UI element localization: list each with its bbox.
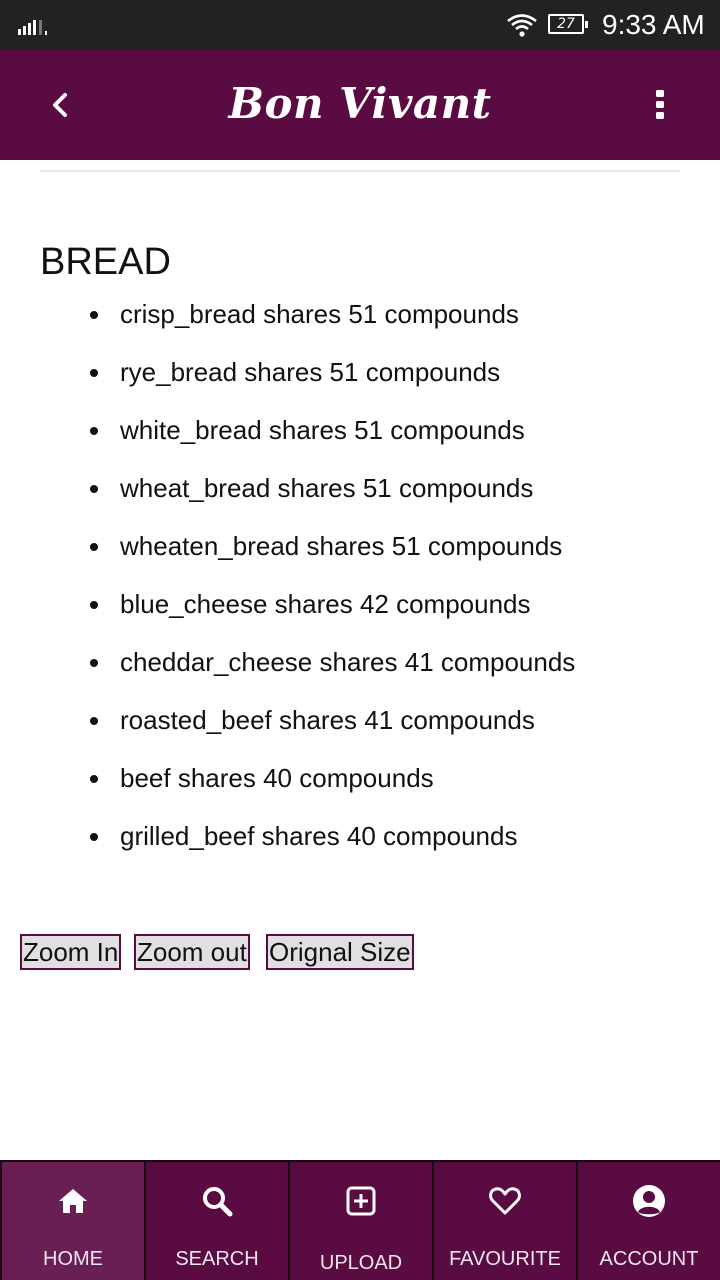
nav-upload[interactable]: UPLOAD (288, 1160, 432, 1280)
app-title: Bon Vivant (228, 79, 492, 128)
bottom-nav: HOME SEARCH UPLOAD FAVOURITE ACCOUNT (0, 1160, 720, 1280)
account-icon (633, 1185, 665, 1217)
nav-search[interactable]: SEARCH (144, 1160, 288, 1280)
nav-account[interactable]: ACCOUNT (576, 1160, 720, 1280)
list-item: roasted_beef shares 41 compounds (0, 691, 720, 749)
list-item: crisp_bread shares 51 compounds (0, 285, 720, 343)
status-time: 9:33 AM (602, 9, 705, 40)
list-item: grilled_beef shares 40 compounds (0, 807, 720, 865)
upload-plus-icon (346, 1186, 376, 1216)
home-icon (59, 1189, 87, 1213)
list-item: wheat_bread shares 51 compounds (0, 459, 720, 517)
nav-home-label: HOME (43, 1248, 103, 1270)
heart-icon (489, 1187, 521, 1215)
nav-search-label: SEARCH (175, 1248, 259, 1270)
section-title: BREAD (40, 241, 171, 283)
nav-account-label: ACCOUNT (599, 1248, 699, 1270)
original-size-button[interactable]: Orignal Size (266, 934, 414, 970)
zoom-in-button[interactable]: Zoom In (20, 934, 122, 970)
wifi-icon (507, 14, 537, 37)
cell-signal-icon (18, 20, 47, 35)
nav-favourite[interactable]: FAVOURITE (432, 1160, 576, 1280)
status-bar: 27 9:33 AM (0, 0, 720, 50)
more-options-icon[interactable] (648, 84, 672, 124)
list-item: cheddar_cheese shares 41 compounds (0, 633, 720, 691)
search-icon (203, 1187, 233, 1217)
nav-favourite-label: FAVOURITE (449, 1248, 561, 1270)
list-item: blue_cheese shares 42 compounds (0, 575, 720, 633)
list-item: rye_bread shares 51 compounds (0, 343, 720, 401)
zoom-out-button[interactable]: Zoom out (134, 934, 250, 970)
list-item: beef shares 40 compounds (0, 749, 720, 807)
nav-home[interactable]: HOME (0, 1160, 144, 1280)
divider (40, 170, 680, 172)
list-item: white_bread shares 51 compounds (0, 401, 720, 459)
nav-upload-label: UPLOAD (319, 1252, 403, 1274)
app-bar: Bon Vivant (0, 50, 720, 160)
battery-icon: 27 (548, 14, 588, 34)
list-item: wheaten_bread shares 51 compounds (0, 517, 720, 575)
compound-list: crisp_bread shares 51 compounds rye_brea… (0, 285, 720, 865)
